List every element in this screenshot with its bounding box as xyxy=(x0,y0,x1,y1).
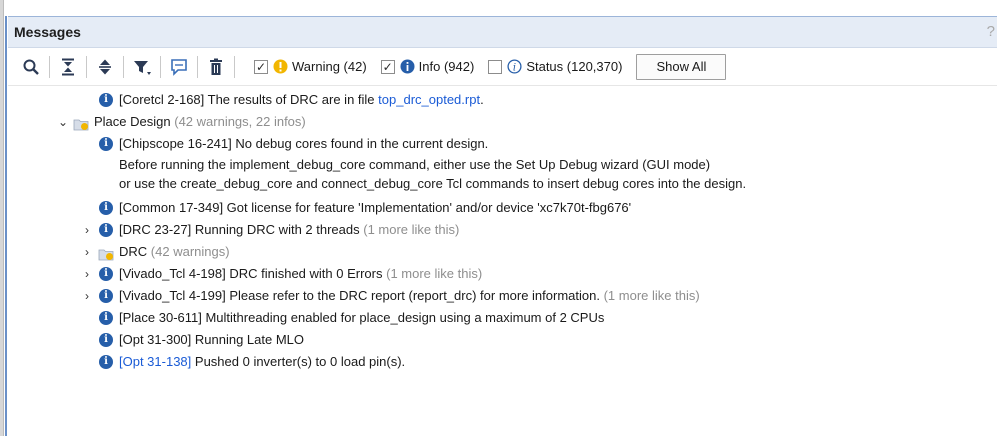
info-icon: i xyxy=(99,289,113,303)
message-row[interactable]: i [Coretcl 2-168] The results of DRC are… xyxy=(8,89,997,111)
toolbar-separator xyxy=(197,55,198,78)
expand-all-button[interactable] xyxy=(92,54,118,80)
info-icon: i xyxy=(99,355,113,369)
message-continuation: or use the create_debug_core and connect… xyxy=(119,176,747,191)
left-edge-accent xyxy=(5,16,7,436)
warning-icon xyxy=(273,59,288,74)
message-tree: i [Coretcl 2-168] The results of DRC are… xyxy=(8,86,997,373)
chevron-right-icon[interactable]: › xyxy=(81,263,93,285)
checkbox-box[interactable]: ✓ xyxy=(380,59,395,74)
message-text: [Coretcl 2-168] The results of DRC are i… xyxy=(119,92,484,107)
warning-filter-checkbox[interactable]: ✓ Warning (42) xyxy=(254,59,367,74)
message-row[interactable]: › i [Vivado_Tcl 4-199] Please refer to t… xyxy=(8,285,997,307)
left-edge xyxy=(0,0,4,436)
toolbar-separator xyxy=(123,55,124,78)
info-icon xyxy=(400,59,415,74)
message-row[interactable]: i [Opt 31-300] Running Late MLO xyxy=(8,329,997,351)
chevron-right-icon[interactable]: › xyxy=(81,285,93,307)
show-message-button[interactable] xyxy=(166,54,192,80)
group-row-drc[interactable]: › DRC (42 warnings) xyxy=(8,241,997,263)
message-text: [Chipscope 16-241] No debug cores found … xyxy=(119,136,489,151)
svg-text:i: i xyxy=(513,63,516,74)
info-icon: i xyxy=(99,201,113,215)
info-filter-checkbox[interactable]: ✓ Info (942) xyxy=(380,59,475,74)
info-icon: i xyxy=(99,333,113,347)
group-row-place-design[interactable]: ⌄ Place Design (42 warnings, 22 infos) xyxy=(8,111,997,133)
chevron-right-icon[interactable]: › xyxy=(81,241,93,263)
info-icon: i xyxy=(99,311,113,325)
panel-title: Messages xyxy=(14,24,81,40)
expand-all-icon xyxy=(99,59,111,74)
search-button[interactable] xyxy=(18,54,44,80)
message-row[interactable]: › i [Vivado_Tcl 4-198] DRC finished with… xyxy=(8,263,997,285)
message-text: [Vivado_Tcl 4-198] DRC finished with 0 E… xyxy=(119,266,483,281)
toolbar-separator xyxy=(160,55,161,78)
message-row[interactable]: › i [DRC 23-27] Running DRC with 2 threa… xyxy=(8,219,997,241)
message-row[interactable]: i [Common 17-349] Got license for featur… xyxy=(8,197,997,219)
messages-toolbar: ✓ Warning (42) ✓ Info (942) i Status (12… xyxy=(8,48,997,86)
comment-icon xyxy=(171,58,187,76)
message-text: [Vivado_Tcl 4-199] Please refer to the D… xyxy=(119,288,700,303)
info-icon: i xyxy=(99,267,113,281)
chevron-down-icon[interactable]: ⌄ xyxy=(57,111,69,133)
warning-filter-label: Warning (42) xyxy=(292,59,367,74)
info-icon: i xyxy=(99,93,113,107)
message-text: [Common 17-349] Got license for feature … xyxy=(119,200,632,215)
status-info-icon: i xyxy=(507,59,522,74)
group-title: Place Design (42 warnings, 22 infos) xyxy=(94,114,306,129)
chevron-right-icon[interactable]: › xyxy=(81,219,93,241)
message-text: [Opt 31-300] Running Late MLO xyxy=(119,332,305,347)
message-row[interactable]: i [Opt 31-138] Pushed 0 inverter(s) to 0… xyxy=(8,351,997,373)
panel-header: Messages ? xyxy=(8,17,997,48)
message-text: [Opt 31-138] Pushed 0 inverter(s) to 0 l… xyxy=(119,354,406,369)
info-icon: i xyxy=(99,137,113,151)
status-filter-checkbox[interactable]: i Status (120,370) xyxy=(488,59,622,74)
collapse-all-button[interactable] xyxy=(55,54,81,80)
info-filter-label: Info (942) xyxy=(418,59,475,74)
group-title: DRC (42 warnings) xyxy=(119,244,230,259)
status-filter-label: Status (120,370) xyxy=(526,59,623,74)
message-id-link[interactable]: [Opt 31-138] xyxy=(119,354,191,369)
search-icon xyxy=(23,59,39,75)
toolbar-separator xyxy=(86,55,87,78)
filter-icon xyxy=(134,60,151,75)
message-text: [Place 30-611] Multithreading enabled fo… xyxy=(119,310,605,325)
info-icon: i xyxy=(99,223,113,237)
message-row[interactable]: i [Place 30-611] Multithreading enabled … xyxy=(8,307,997,329)
messages-panel: Messages ? ✓ Warning (42) ✓ Info (942) i… xyxy=(8,16,997,436)
checkbox-box[interactable]: ✓ xyxy=(254,59,268,74)
message-text: [DRC 23-27] Running DRC with 2 threads (… xyxy=(119,222,460,237)
report-link[interactable]: top_drc_opted.rpt xyxy=(378,92,480,107)
trash-icon xyxy=(210,58,222,75)
show-all-button[interactable]: Show All xyxy=(636,53,727,80)
checkbox-box[interactable] xyxy=(488,59,503,74)
message-row[interactable]: i [Chipscope 16-241] No debug cores foun… xyxy=(8,133,997,155)
collapse-all-icon xyxy=(62,58,74,75)
message-continuation: Before running the implement_debug_core … xyxy=(119,157,711,172)
toolbar-separator xyxy=(234,55,235,78)
delete-button[interactable] xyxy=(203,54,229,80)
toolbar-separator xyxy=(49,55,50,78)
filter-button[interactable] xyxy=(129,54,155,80)
help-icon[interactable]: ? xyxy=(987,23,995,40)
